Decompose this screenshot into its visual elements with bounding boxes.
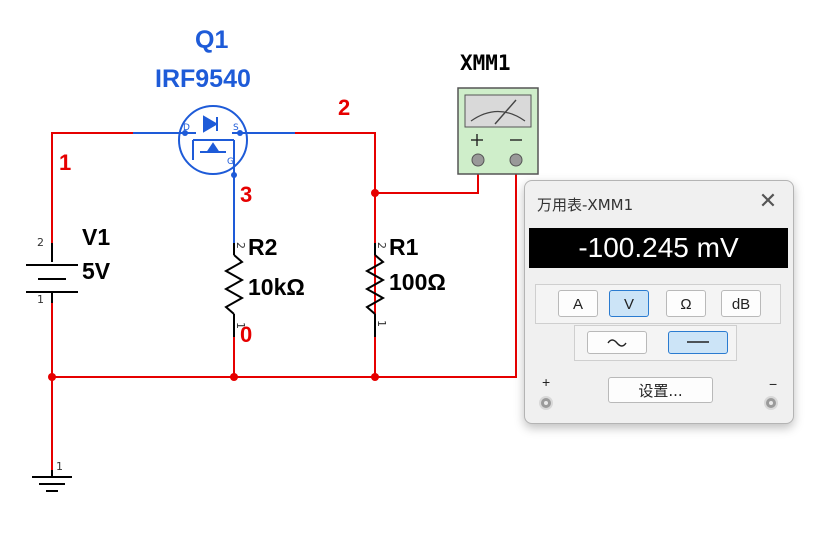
multimeter-panel[interactable]: 万用表-XMM1 ✕ -100.245 mV A V Ω dB + − 设置..…	[524, 180, 794, 424]
r1-pin-number: 1	[375, 320, 388, 327]
q1-model-label: IRF9540	[155, 65, 251, 93]
wire-net-1	[51, 132, 185, 243]
minus-terminal[interactable]	[764, 396, 778, 410]
ground-pin-number: 1	[56, 460, 63, 473]
wire-to-meter-minus	[52, 162, 517, 378]
panel-title: 万用表-XMM1	[537, 196, 634, 214]
net-label-1: 1	[59, 150, 72, 175]
q1-pin-g: G	[227, 157, 234, 167]
minus-terminal-label: −	[769, 376, 778, 392]
wires[interactable]	[51, 132, 517, 470]
close-button[interactable]: ✕	[757, 190, 779, 212]
settings-button[interactable]: 设置...	[608, 377, 713, 403]
v1-ref-label: V1	[82, 224, 111, 250]
mode-button-voltmeter[interactable]: V	[609, 290, 649, 317]
r2-pin-number: 1	[234, 322, 247, 329]
junction-dot	[371, 373, 379, 381]
net-label-2: 2	[338, 95, 351, 120]
mode-button-ammeter[interactable]: A	[558, 290, 598, 317]
ac-mode-button[interactable]	[587, 331, 647, 354]
mosfet-q1-symbol[interactable]	[133, 105, 295, 175]
close-icon: ✕	[758, 188, 778, 213]
net-label-3: 3	[240, 182, 253, 207]
mode-button-decibel[interactable]: dB	[721, 290, 761, 317]
sine-wave-icon	[607, 339, 627, 347]
plus-terminal-label: +	[542, 374, 551, 390]
v1-pin-number: 2	[37, 236, 44, 249]
battery-v1-symbol[interactable]	[26, 243, 78, 303]
r1-ref-label: R1	[389, 234, 419, 260]
mode-button-ohmmeter[interactable]: Ω	[666, 290, 706, 317]
r1-pin-number: 2	[375, 242, 388, 249]
signal-mode-group	[574, 325, 737, 361]
junction-dot	[48, 373, 56, 381]
dc-line-icon	[687, 341, 709, 343]
q1-pin-d: D	[183, 123, 190, 133]
r2-value-label: 10kΩ	[248, 274, 305, 300]
measurement-mode-group: A V Ω dB	[535, 284, 781, 324]
xmm1-ref-label: XMM1	[460, 51, 511, 75]
r2-pin-number: 2	[234, 242, 247, 249]
plus-terminal[interactable]	[539, 396, 553, 410]
reading-display: -100.245 mV	[529, 228, 788, 268]
q1-ref-label: Q1	[195, 26, 229, 54]
ground-symbol[interactable]	[32, 470, 72, 492]
dc-mode-button[interactable]	[668, 331, 728, 354]
multimeter-xmm1-icon[interactable]	[457, 87, 539, 175]
r1-value-label: 100Ω	[389, 269, 446, 295]
junction-dot	[230, 373, 238, 381]
v1-pin-number: 1	[37, 293, 44, 306]
v1-value-label: 5V	[82, 258, 111, 284]
junctions	[48, 189, 379, 381]
r2-ref-label: R2	[248, 234, 278, 260]
junction-dot	[371, 189, 379, 197]
q1-pin-s: S	[233, 123, 239, 133]
